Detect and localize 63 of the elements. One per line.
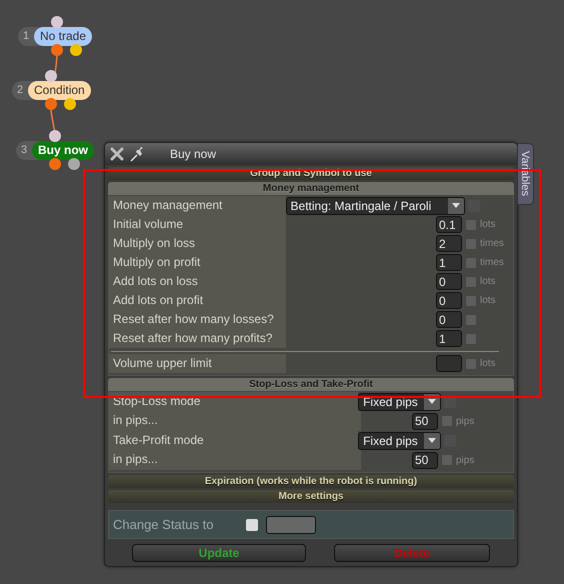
- number-field[interactable]: 0: [436, 311, 462, 328]
- unit-label: lots: [480, 358, 497, 369]
- checkbox[interactable]: [465, 218, 477, 230]
- checkbox[interactable]: [465, 276, 477, 288]
- number-field[interactable]: 50: [412, 452, 438, 468]
- window-title: Buy now: [170, 147, 216, 161]
- checkbox[interactable]: [465, 294, 477, 306]
- checkbox[interactable]: [441, 415, 453, 427]
- node-label[interactable]: Condition: [28, 81, 91, 100]
- section-header[interactable]: Expiration (works while the robot is running): [108, 475, 514, 488]
- close-icon[interactable]: [110, 147, 124, 161]
- output-port-icon[interactable]: [64, 98, 76, 110]
- field-label: Add lots on profit: [109, 291, 286, 310]
- output-port-icon[interactable]: [68, 158, 80, 170]
- number-field[interactable]: 0: [436, 273, 462, 290]
- checkbox[interactable]: [465, 332, 477, 344]
- unit-label: pips: [456, 416, 476, 426]
- number-field[interactable]: 50: [412, 412, 438, 430]
- unit-label: lots: [480, 276, 497, 287]
- field-label: in pips...: [109, 450, 361, 470]
- checkbox[interactable]: [465, 314, 477, 326]
- caret-icon: [428, 438, 436, 443]
- color-swatch[interactable]: [266, 516, 316, 534]
- unit-label: lots: [480, 295, 497, 306]
- number-field[interactable]: 0.1: [436, 216, 462, 233]
- output-port-icon[interactable]: [51, 44, 63, 56]
- output-port-icon[interactable]: [45, 98, 57, 110]
- node-label[interactable]: Buy now: [32, 141, 94, 160]
- number-field[interactable]: 0: [436, 292, 462, 309]
- field-label: Take-Profit mode: [109, 431, 358, 450]
- field-label: Reset after how many profits?: [109, 329, 286, 348]
- field-label: Multiply on profit: [109, 253, 286, 272]
- variables-tab[interactable]: Variables: [517, 143, 534, 205]
- node-label[interactable]: No trade: [34, 27, 92, 46]
- field-label: Money management: [109, 196, 286, 215]
- input-port-icon[interactable]: [51, 16, 63, 28]
- caret-icon: [452, 203, 460, 208]
- unit-label: pips: [456, 454, 476, 466]
- caret-icon: [428, 399, 436, 404]
- unit-label: times: [480, 238, 505, 249]
- field-label: Initial volume: [109, 215, 286, 234]
- field-label: Add lots on loss: [109, 272, 286, 291]
- input-port-icon[interactable]: [45, 70, 57, 82]
- section-header[interactable]: More settings: [108, 490, 514, 503]
- field-label: Reset after how many losses?: [109, 310, 286, 329]
- checkbox[interactable]: [246, 518, 258, 530]
- field-label: Multiply on loss: [109, 234, 286, 253]
- number-field[interactable]: 1: [436, 254, 462, 271]
- number-field[interactable]: 1: [436, 330, 462, 347]
- unit-label: lots: [480, 219, 497, 230]
- number-field[interactable]: 2: [436, 235, 462, 252]
- output-port-icon[interactable]: [70, 44, 82, 56]
- field-label: in pips...: [109, 411, 361, 431]
- checkbox[interactable]: [465, 238, 477, 250]
- field-label: Volume upper limit: [109, 354, 286, 373]
- status-label: Change Status to: [113, 517, 214, 532]
- output-port-icon[interactable]: [49, 158, 61, 170]
- checkbox[interactable]: [465, 256, 477, 268]
- number-field[interactable]: [436, 355, 462, 372]
- checkbox[interactable]: [441, 454, 453, 466]
- input-port-icon[interactable]: [49, 130, 61, 142]
- unit-label: times: [480, 257, 505, 268]
- checkbox[interactable]: [465, 358, 477, 370]
